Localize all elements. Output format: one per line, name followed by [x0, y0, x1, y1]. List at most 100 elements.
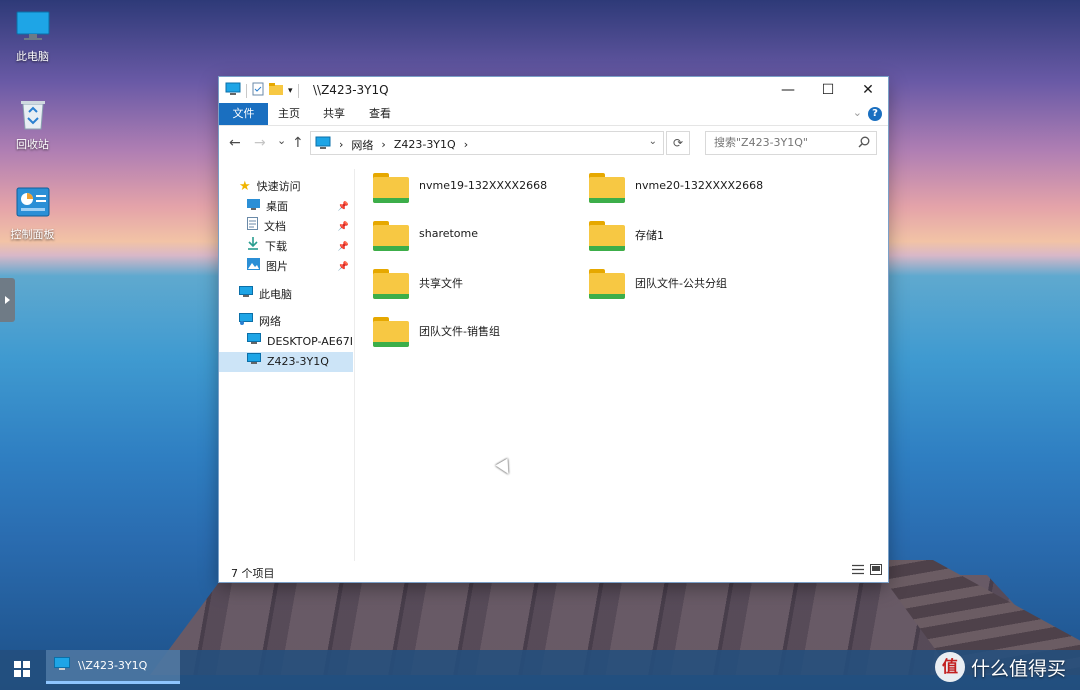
recent-locations-button[interactable]: ⌄ [277, 134, 286, 147]
folder-name: 团队文件-销售组 [419, 325, 500, 338]
pin-icon[interactable]: 📌 [338, 257, 349, 277]
tree-network[interactable]: 网络 [239, 312, 353, 332]
folder-item[interactable]: 存储1 [589, 219, 664, 253]
tree-item-label: 网络 [259, 315, 281, 328]
breadcrumb: › 网络 › Z423-3Y1Q › [315, 136, 468, 153]
shared-folder-icon [373, 267, 411, 301]
monitor-icon [15, 8, 51, 44]
tab-view[interactable]: 查看 [362, 103, 398, 125]
shared-folder-icon [589, 171, 627, 205]
address-dropdown-icon[interactable]: ⌄ [649, 136, 657, 147]
tree-item-pictures[interactable]: 图片 📌 [247, 257, 353, 277]
folder-name: 团队文件-公共分组 [635, 277, 727, 290]
tree-item-desktop-ae67i7f[interactable]: DESKTOP-AE67I7F [247, 332, 353, 352]
folder-item[interactable]: nvme20-132XXXX2668 [589, 171, 763, 205]
shared-folder-icon [373, 219, 411, 253]
window-computer-icon [225, 82, 241, 99]
watermark-text: 什么值得买 [970, 657, 1066, 680]
folder-item[interactable]: nvme19-132XXXX2668 [373, 171, 547, 205]
address-bar[interactable]: › 网络 › Z423-3Y1Q › ⌄ [310, 131, 664, 155]
control-panel-icon [15, 186, 51, 222]
item-count: 7 个项目 [231, 567, 275, 580]
customize-toolbar-icon[interactable]: ▾ [288, 86, 293, 96]
desktop-icon-control-panel[interactable]: 控制面板 [5, 186, 60, 242]
help-icon[interactable]: ? [868, 107, 882, 121]
tree-item-label: 桌面 [266, 200, 288, 213]
documents-icon [247, 217, 258, 237]
tab-share[interactable]: 共享 [316, 103, 352, 125]
toolbar-separator [246, 83, 247, 98]
new-folder-icon[interactable] [269, 83, 283, 98]
breadcrumb-separator[interactable]: › [381, 138, 385, 151]
ribbon-expand-icon[interactable]: ⌄ [853, 106, 862, 119]
large-icons-view-icon[interactable] [870, 564, 882, 578]
close-button[interactable]: ✕ [848, 77, 888, 103]
explorer-window: ▾ \\Z423-3Y1Q — ☐ ✕ 文件 主页 共享 查看 ⌄ ? ← → … [219, 77, 888, 582]
forward-button[interactable]: → [254, 135, 266, 151]
side-panel-handle[interactable] [0, 278, 15, 322]
minimize-button[interactable]: — [768, 77, 808, 103]
tree-quick-access[interactable]: ★ 快速访问 [239, 177, 353, 197]
tree-item-documents[interactable]: 文档 📌 [247, 217, 353, 237]
refresh-button[interactable]: ⟳ [666, 131, 690, 155]
search-box[interactable] [705, 131, 877, 155]
tree-item-label: DESKTOP-AE67I7F [267, 335, 353, 348]
watermark: 值 什么值得买 [934, 652, 1066, 682]
navigation-pane: ★ 快速访问 桌面 📌 文档 📌 下载 📌 图片 📌 此电脑 网络 DESKTO… [219, 169, 355, 561]
desktop-icon-this-pc[interactable]: 此电脑 [5, 8, 60, 64]
tree-item-label: 图片 [266, 260, 288, 273]
desktop-icon-recycle-bin[interactable]: 回收站 [5, 96, 60, 152]
toolbar-separator [297, 83, 299, 98]
pin-icon[interactable]: 📌 [338, 217, 349, 237]
properties-icon[interactable] [252, 82, 264, 99]
pictures-icon [247, 257, 260, 277]
window-title: \\Z423-3Y1Q [313, 83, 389, 97]
folder-name: sharetome [419, 227, 479, 240]
tree-item-label: 下载 [265, 240, 287, 253]
pin-icon[interactable]: 📌 [338, 237, 349, 257]
breadcrumb-z423[interactable]: Z423-3Y1Q [394, 138, 456, 151]
tree-this-pc[interactable]: 此电脑 [239, 285, 353, 305]
desktop-icon-label: 此电脑 [16, 50, 49, 63]
shared-folder-icon [373, 315, 411, 349]
computer-icon [247, 352, 261, 372]
shared-folder-icon [589, 267, 627, 301]
folder-item[interactable]: 共享文件 [373, 267, 463, 301]
title-bar[interactable]: ▾ \\Z423-3Y1Q — ☐ ✕ [219, 77, 888, 103]
download-icon [247, 237, 259, 257]
star-icon: ★ [239, 179, 251, 194]
status-bar: 7 个项目 [219, 561, 888, 582]
breadcrumb-separator[interactable]: › [339, 138, 343, 151]
view-toggle [852, 564, 882, 578]
tab-file[interactable]: 文件 [219, 103, 268, 125]
navigation-bar: ← → ⌄ ↑ › 网络 › Z423-3Y1Q › ⌄ ⟳ [219, 125, 888, 163]
pin-icon[interactable]: 📌 [338, 197, 349, 217]
taskbar-item-label: \\Z423-3Y1Q [78, 659, 148, 672]
tab-home[interactable]: 主页 [271, 103, 307, 125]
start-button[interactable] [14, 661, 30, 680]
this-pc-icon [239, 285, 253, 305]
taskbar-explorer-item[interactable]: \\Z423-3Y1Q [46, 650, 180, 684]
recycle-bin-icon [15, 96, 51, 132]
up-button[interactable]: ↑ [292, 135, 304, 151]
back-button[interactable]: ← [229, 135, 241, 151]
folder-item[interactable]: sharetome [373, 219, 478, 253]
folder-item[interactable]: 团队文件-销售组 [373, 315, 500, 349]
desktop-icon-label: 控制面板 [10, 228, 55, 241]
tree-item-desktop[interactable]: 桌面 📌 [247, 197, 353, 217]
maximize-button[interactable]: ☐ [808, 77, 848, 103]
search-input[interactable] [712, 135, 854, 150]
tree-item-z423-3y1q[interactable]: Z423-3Y1Q [219, 352, 353, 372]
folder-item[interactable]: 团队文件-公共分组 [589, 267, 727, 301]
desktop-icon-label: 回收站 [16, 138, 49, 151]
details-view-icon[interactable] [852, 564, 864, 578]
breadcrumb-network[interactable]: 网络 [351, 137, 373, 153]
breadcrumb-separator[interactable]: › [464, 138, 468, 151]
folder-name: 共享文件 [419, 277, 463, 290]
computer-icon [54, 657, 70, 674]
folder-name: 存储1 [635, 229, 664, 242]
tree-item-downloads[interactable]: 下载 📌 [247, 237, 353, 257]
tree-item-label: 文档 [264, 220, 286, 233]
taskbar: \\Z423-3Y1Q [0, 650, 1080, 690]
search-icon[interactable] [858, 136, 870, 151]
